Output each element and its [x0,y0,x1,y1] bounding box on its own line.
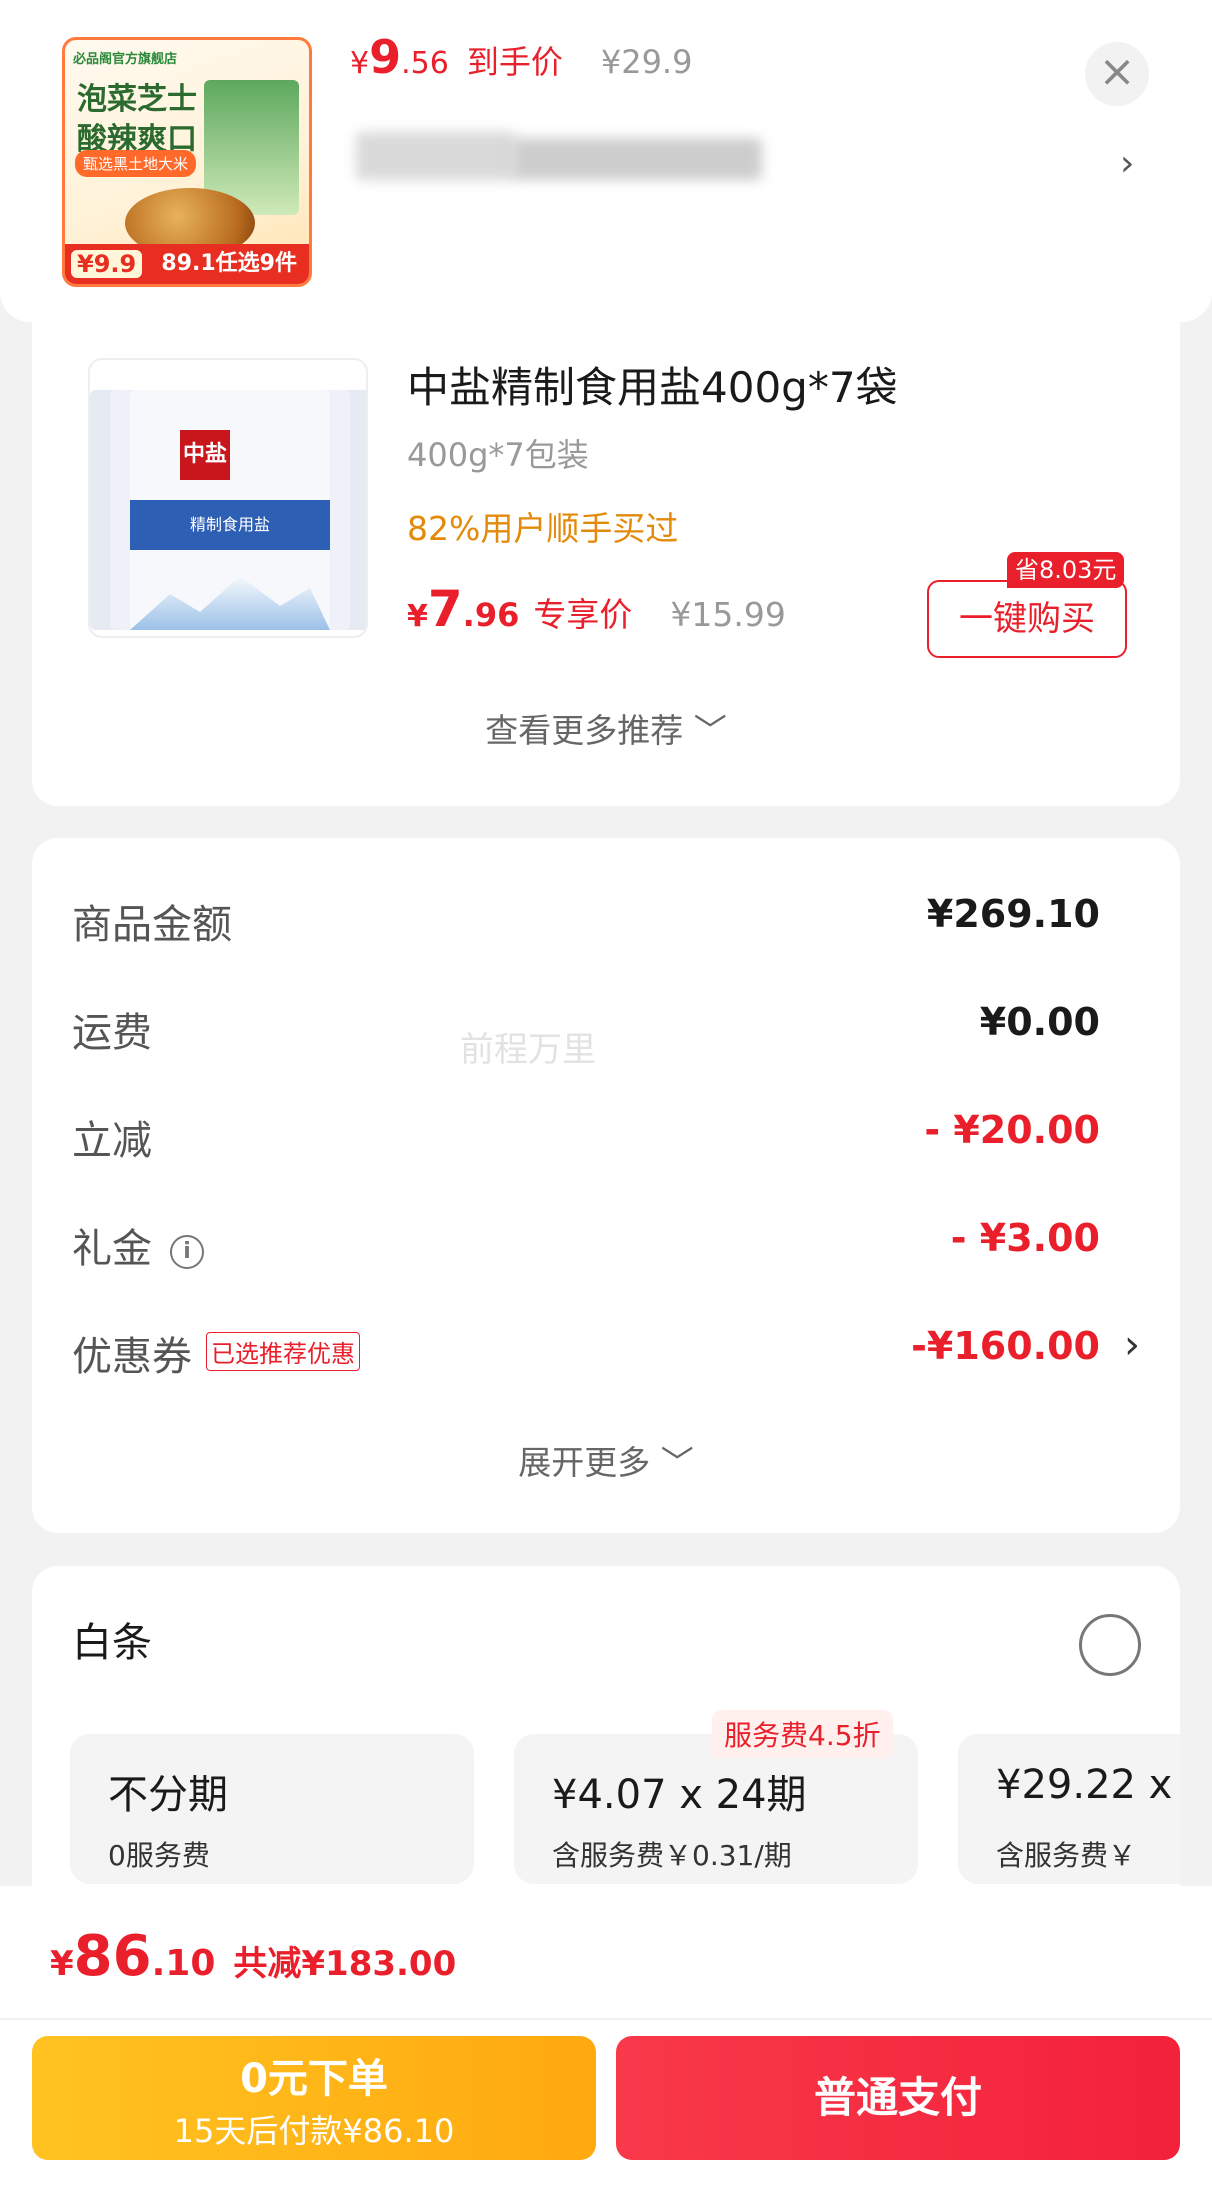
total-save: 共减¥183.00 [233,1944,457,1984]
chevron-right-icon[interactable]: › [1120,143,1134,184]
row-label: 优惠券 [72,1334,192,1380]
row-value: -¥160.00 [911,1324,1100,1368]
bag-label: 精制食用盐 [130,500,330,550]
baitiao-radio[interactable] [1079,1614,1141,1676]
row-value: - ¥20.00 [924,1108,1100,1152]
plan-sub: 0服务费 [108,1839,210,1872]
normal-pay-button[interactable]: 普通支付 [616,2036,1180,2160]
row-instant-discount: 立减 - ¥20.00 [72,1100,1100,1164]
brand-logo: 中盐 [180,430,230,480]
plan-main: ¥4.07 x 24期 [552,1772,807,1818]
promo-badge: 甄选黑土地大米 [75,150,197,177]
row-goods-amount: 商品金额 ¥269.10 [72,884,1100,948]
blurred-title [356,132,516,180]
coupon-tag: 已选推荐优惠 [206,1332,360,1371]
row-coupon[interactable]: 优惠券 已选推荐优惠 -¥160.00 › [72,1316,1140,1380]
baitiao-card: 白条 不分期 0服务费 ¥4.07 x 24期 含服务费￥0.31/期 ¥29.… [32,1566,1180,1886]
recommend-price-tag: 专享价 [533,595,633,634]
row-label: 商品金额 [72,902,232,948]
recommend-old-price: ¥15.99 [670,595,786,634]
salt-bag-illustration: 中盐 精制食用盐 [130,390,330,630]
info-icon[interactable]: i [170,1235,204,1269]
plan-sub: 含服务费￥ [996,1839,1137,1872]
one-click-buy-button[interactable]: 一键购买 [927,580,1127,658]
promo-old-price: ¥29.9 [600,43,693,81]
plan-option[interactable]: ¥29.22 x 含服务费￥ [958,1734,1180,1884]
blurred-title [512,138,762,180]
save-badge: 省8.03元 [1007,552,1125,588]
plan-main: ¥29.22 x [996,1762,1173,1808]
row-label: 运费 [72,1010,152,1056]
plan-main: 不分期 [108,1772,228,1818]
watermark: 前程万里 [460,1030,596,1070]
promo-price: ¥9.56 到手价 ¥29.9 [350,30,693,84]
close-icon[interactable]: × [1085,42,1149,106]
expand-more-link[interactable]: 展开更多 ﹀ [32,1436,1180,1484]
service-fee-badge: 服务费4.5折 [712,1710,893,1758]
row-label: 礼金 [72,1226,152,1272]
promo-price-tag: 到手价 [466,43,563,81]
chevron-right-icon[interactable]: › [1124,1322,1140,1368]
recommend-bought-rate: 82%用户顺手买过 [407,509,679,548]
divider [0,2018,1212,2020]
row-value: ¥269.10 [926,892,1100,936]
recommend-card: 中盐 精制食用盐 中盐精制食用盐400g*7袋 400g*7包装 82%用户顺手… [32,322,1180,806]
recommend-title[interactable]: 中盐精制食用盐400g*7袋 [407,354,898,415]
row-label: 立减 [72,1118,152,1164]
promo-ad-banner[interactable]: 必品阁官方旗舰店 泡菜芝士 酸辣爽口 甄选黑土地大米 ¥9.9 89.1任选9件… [0,0,1212,322]
row-value: - ¥3.00 [950,1216,1100,1260]
total-price: ¥ 86 .10 共减¥183.00 [50,1924,457,1989]
bottom-pay-bar: ¥ 86 .10 共减¥183.00 0元下单 15天后付款¥86.10 普通支… [0,1886,1212,2197]
promo-headline: 泡菜芝士 酸辣爽口 [77,82,197,157]
promo-image-price: ¥9.9 [71,250,143,278]
amount-summary-card: 商品金额 ¥269.10 运费 ¥0.00 立减 - ¥20.00 礼金 i - … [32,838,1180,1533]
plan-option[interactable]: 不分期 0服务费 [70,1734,474,1884]
more-recommend-link[interactable]: 查看更多推荐 ﹀ [32,704,1180,752]
promo-product-image[interactable]: 必品阁官方旗舰店 泡菜芝士 酸辣爽口 甄选黑土地大米 ¥9.9 89.1任选9件 [62,37,312,287]
row-value: ¥0.00 [979,1000,1100,1044]
recommend-spec: 400g*7包装 [407,436,589,474]
recommend-price: ¥ 7 .96 专享价 ¥15.99 [407,580,786,638]
recommend-product-image[interactable]: 中盐 精制食用盐 [88,358,368,638]
row-gift-money: 礼金 i - ¥3.00 [72,1208,1100,1272]
baitiao-title: 白条 [72,1620,152,1666]
plan-sub: 含服务费￥0.31/期 [552,1839,792,1872]
zero-down-order-button[interactable]: 0元下单 15天后付款¥86.10 [32,2036,596,2160]
promo-shop-name: 必品阁官方旗舰店 [73,52,178,67]
mountain-graphic [130,576,330,630]
